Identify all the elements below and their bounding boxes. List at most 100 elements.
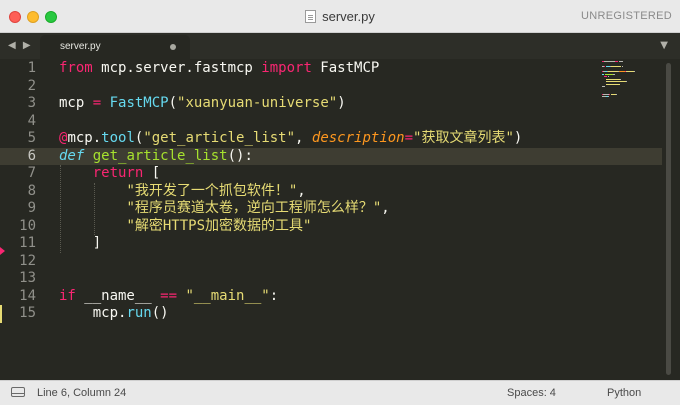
minimap-stroke <box>626 81 628 82</box>
fold-marker-icon[interactable] <box>0 247 5 256</box>
code-line[interactable]: return [ <box>59 165 160 183</box>
code-token: "程序员赛道太卷，逆向工程师怎么样？" <box>126 200 382 216</box>
code-token: mcp. <box>67 130 102 146</box>
code-token: if <box>59 287 76 304</box>
code-token: = <box>404 130 414 146</box>
code-token: ) <box>513 130 523 146</box>
minimap-stroke <box>619 78 621 80</box>
minimap-stroke <box>611 66 622 67</box>
cursor-position[interactable]: Line 6, Column 24 <box>37 381 126 405</box>
code-token: "我开发了一个抓包软件！" <box>126 182 298 199</box>
minimap-stroke <box>608 71 619 72</box>
minimap-stroke <box>606 78 620 80</box>
code-token: FastMCP <box>311 60 380 76</box>
code-line[interactable]: mcp.run() <box>59 305 169 323</box>
line-number[interactable]: 8 <box>0 183 36 201</box>
code-line[interactable]: if __name__ == "__main__": <box>59 288 278 306</box>
code-token: "__main__" <box>185 287 270 304</box>
minimap-stroke <box>602 86 605 87</box>
tab-nav-arrows-icon[interactable]: ◀ ▶ <box>8 33 33 59</box>
code-token: description <box>311 130 405 146</box>
line-number[interactable]: 5 <box>0 130 36 148</box>
console-panel-icon[interactable] <box>11 387 25 397</box>
editor-window: server.py UNREGISTERED ◀ ▶ server.py ▼ 1… <box>0 0 680 405</box>
code-line[interactable]: ] <box>59 235 101 253</box>
tab-dropdown-icon[interactable]: ▼ <box>660 33 668 59</box>
code-token: () <box>151 305 169 321</box>
minimap-stroke <box>604 73 614 75</box>
tab-server-py[interactable]: server.py <box>40 35 190 59</box>
line-number[interactable]: 1 <box>0 60 36 78</box>
code-token: , <box>295 130 312 146</box>
code-line[interactable]: "我开发了一个抓包软件！", <box>59 182 306 201</box>
code-editor[interactable]: 1 2 3 4 5 6 7 8 9 10 11 12 13 14 15 from mcp.server.fa… <box>0 59 680 380</box>
line-number[interactable]: 12 <box>0 253 36 271</box>
syntax-selector[interactable]: Python <box>607 381 641 405</box>
code-line[interactable]: def get_article_list(): <box>59 148 253 166</box>
code-line[interactable]: mcp = FastMCP("xuanyuan-universe") <box>59 95 346 113</box>
code-token: mcp. <box>59 305 127 321</box>
indent-guide <box>93 182 95 235</box>
minimap-stroke <box>634 71 636 72</box>
minimap-stroke <box>606 83 621 85</box>
code-token: == <box>160 287 178 304</box>
minimap-stroke <box>607 76 609 77</box>
code-token: get_article_list <box>92 147 228 164</box>
line-number[interactable]: 4 <box>0 113 36 131</box>
line-number[interactable]: 15 <box>0 305 36 323</box>
code-token: ) <box>337 95 346 111</box>
line-number[interactable]: 13 <box>0 270 36 288</box>
code-token: mcp.server.fastmcp <box>92 60 262 76</box>
code-token: , <box>297 182 306 199</box>
code-token: [ <box>143 165 161 181</box>
code-token: def <box>59 147 85 164</box>
status-bar: Line 6, Column 24 Spaces: 4 Python <box>0 380 680 405</box>
minimap-stroke <box>608 96 610 97</box>
code-token: tool <box>101 130 135 146</box>
code-token: "xuanyuan-universe" <box>177 95 338 111</box>
code-token: import <box>261 60 312 76</box>
minimap[interactable] <box>602 61 662 101</box>
code-token: __name__ <box>75 287 161 304</box>
minimap-stroke <box>604 61 616 62</box>
minimap-stroke <box>604 66 606 67</box>
code-area[interactable]: from mcp.server.fastmcp import FastMCP mc… <box>59 59 599 380</box>
minimap-stroke <box>618 61 623 62</box>
code-line[interactable]: "程序员赛道太卷，逆向工程师怎么样？", <box>59 200 390 218</box>
code-line[interactable]: "解密HTTPS加密数据的工具" <box>59 218 311 236</box>
window-title-group: server.py <box>0 0 680 32</box>
minimap-stroke <box>606 81 627 82</box>
code-line[interactable]: from mcp.server.fastmcp import FastMCP <box>59 60 379 78</box>
modified-line-marker <box>0 305 2 323</box>
line-number[interactable]: 10 <box>0 218 36 236</box>
line-number[interactable]: 9 <box>0 200 36 218</box>
line-number[interactable]: 11 <box>0 235 36 253</box>
indentation-setting[interactable]: Spaces: 4 <box>507 381 556 405</box>
line-number[interactable]: 7 <box>0 165 36 183</box>
code-token: = <box>92 95 102 111</box>
window-title: server.py <box>322 8 375 24</box>
line-number[interactable]: 2 <box>0 78 36 96</box>
indent-guide <box>60 165 61 253</box>
code-token: (): <box>227 147 253 164</box>
line-number-gutter: 1 2 3 4 5 6 7 8 9 10 11 12 13 14 15 <box>0 59 54 380</box>
line-number[interactable]: 14 <box>0 288 36 306</box>
code-token: from <box>59 60 93 76</box>
code-token: return <box>92 165 144 181</box>
title-bar: server.py UNREGISTERED <box>0 0 680 33</box>
minimap-stroke <box>616 93 618 95</box>
code-token: ] <box>59 235 102 251</box>
unsaved-dot-icon[interactable] <box>170 44 176 50</box>
line-number[interactable]: 6 <box>0 148 36 166</box>
line-number[interactable]: 3 <box>0 95 36 113</box>
code-token: ( <box>168 95 178 111</box>
vertical-scrollbar[interactable] <box>666 63 671 375</box>
code-token: mcp <box>59 95 93 111</box>
code-token: , <box>381 200 390 216</box>
code-line[interactable]: @mcp.tool("get_article_list", descriptio… <box>59 130 522 148</box>
